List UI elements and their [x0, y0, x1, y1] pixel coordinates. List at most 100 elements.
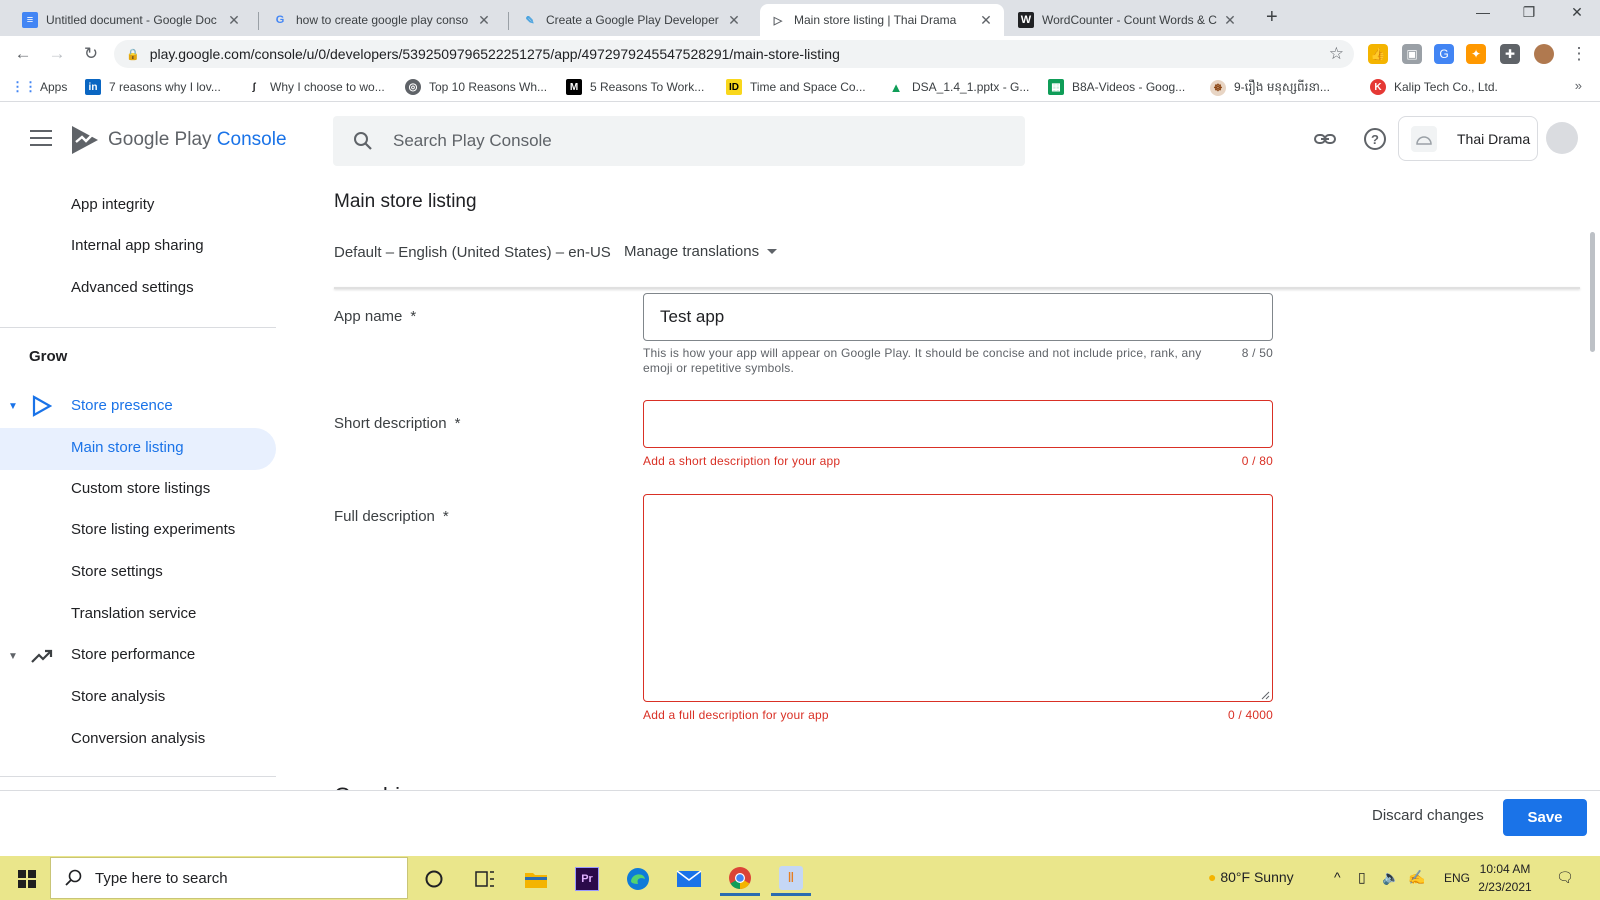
sidebar-section-grow: Grow [29, 348, 68, 365]
browser-tab-main-store-listing[interactable]: ▷ Main store listing | Thai Drama ✕ [760, 4, 1004, 36]
manage-translations-dropdown[interactable]: Manage translations [624, 243, 778, 260]
textarea-resize-handle-icon[interactable] [1260, 690, 1270, 700]
new-tab-icon[interactable]: + [1266, 6, 1278, 29]
windows-start-icon[interactable] [18, 870, 36, 888]
weather-widget[interactable]: ● 80°F Sunny [1208, 869, 1294, 885]
sidebar-item-store-performance[interactable]: Store performance [71, 646, 195, 663]
expand-caret-icon[interactable]: ▼ [8, 401, 18, 412]
sidebar-item-conversion-analysis[interactable]: Conversion analysis [71, 730, 205, 747]
required-mark: * [442, 508, 449, 525]
bookmark-item[interactable]: ▲ DSA_1.4_1.pptx - G... [888, 79, 1030, 95]
app-name-label-text: App name [334, 308, 403, 325]
developer-account-chip[interactable]: Thai Drama [1398, 116, 1538, 161]
full-description-textarea[interactable] [643, 494, 1273, 702]
minimize-icon[interactable]: — [1460, 4, 1506, 20]
browser-tab-search[interactable]: G how to create google play conso ✕ [262, 4, 502, 36]
bookmark-item[interactable]: ʃ Why I choose to wo... [246, 79, 384, 95]
search-icon [354, 132, 372, 150]
reload-icon[interactable]: ↻ [80, 44, 102, 64]
link-icon[interactable] [1313, 127, 1337, 151]
bookmark-item[interactable]: ☸ 9-រឿង មនុស្សពីរនា... [1210, 79, 1330, 97]
edge-icon[interactable] [618, 862, 658, 896]
close-tab-icon[interactable]: ✕ [476, 12, 492, 29]
tab-title: WordCounter - Count Words & C [1042, 13, 1217, 27]
taskbar-search-box[interactable]: Type here to search [50, 857, 408, 899]
paint-app-icon[interactable]: Ⅱ [771, 862, 811, 896]
close-tab-icon[interactable]: ✕ [1222, 12, 1238, 29]
bookmark-item[interactable]: ▦ B8A-Videos - Goog... [1048, 79, 1185, 95]
app-name-helper-text: This is how your app will appear on Goog… [643, 346, 1202, 375]
address-bar[interactable]: 🔒 play.google.com/console/u/0/developers… [114, 40, 1354, 68]
extensions-puzzle-icon[interactable]: ✚ [1500, 44, 1520, 64]
back-arrow-icon[interactable]: ← [12, 44, 34, 64]
task-view-icon[interactable] [465, 862, 505, 896]
account-avatar-icon[interactable] [1546, 122, 1578, 154]
mail-icon[interactable] [669, 862, 709, 896]
sidebar-item-main-store-listing[interactable]: Main store listing [71, 439, 184, 456]
save-button[interactable]: Save [1503, 799, 1587, 836]
bookmark-label: Apps [40, 80, 68, 94]
search-play-console[interactable]: Search Play Console [333, 116, 1025, 166]
copy-extension-icon[interactable]: ▣ [1402, 44, 1422, 64]
tab-separator [508, 12, 509, 30]
bookmark-star-icon[interactable]: ☆ [1329, 44, 1344, 64]
show-hidden-icons[interactable]: ^ [1334, 869, 1341, 885]
page-scrollbar[interactable] [1590, 232, 1595, 352]
volume-icon[interactable]: 🔈 [1382, 869, 1399, 886]
close-tab-icon[interactable]: ✕ [726, 12, 742, 29]
pen-icon[interactable]: ✍ [1408, 869, 1425, 886]
clock-date: 2/23/2021 [1478, 880, 1532, 894]
browser-toolbar: ← → ↻ 🔒 play.google.com/console/u/0/deve… [0, 36, 1600, 72]
play-console-logo-icon [72, 126, 98, 154]
browser-tab-docs[interactable]: ≡ Untitled document - Google Doc ✕ [12, 4, 252, 36]
cortana-icon[interactable] [414, 862, 454, 896]
sidebar-item-internal-app-sharing[interactable]: Internal app sharing [71, 237, 204, 254]
play-console-logo[interactable]: Google Play Console [70, 124, 287, 156]
bookmark-item[interactable]: ID Time and Space Co... [726, 79, 866, 95]
app-name-input[interactable]: Test app [643, 293, 1273, 341]
close-tab-icon[interactable]: ✕ [226, 12, 242, 29]
browser-menu-icon[interactable]: ⋮ [1568, 44, 1590, 64]
browser-tab-create-developer[interactable]: ✎ Create a Google Play Developer ✕ [512, 4, 752, 36]
file-explorer-icon[interactable] [516, 862, 556, 896]
fire-extension-icon[interactable]: ✦ [1466, 44, 1486, 64]
profile-avatar-icon[interactable] [1534, 44, 1554, 64]
restore-icon[interactable]: ❐ [1506, 4, 1552, 21]
translate-extension-icon[interactable]: G [1434, 44, 1454, 64]
discard-changes-button[interactable]: Discard changes [1372, 807, 1484, 824]
notification-icon[interactable]: 🗨 [1556, 869, 1574, 886]
help-icon[interactable]: ? [1363, 127, 1387, 151]
store-presence-icon [32, 395, 52, 417]
bookmark-item[interactable]: K Kalip Tech Co., Ltd. [1370, 79, 1498, 95]
sidebar-item-store-presence[interactable]: Store presence [71, 397, 173, 414]
input-language[interactable]: ENG [1444, 871, 1470, 885]
thumbs-up-extension-icon[interactable]: 👍 [1368, 44, 1388, 64]
bookmark-apps[interactable]: ⋮⋮ Apps [11, 79, 68, 95]
system-clock[interactable]: 10:04 AM 2/23/2021 [1470, 860, 1540, 896]
forward-arrow-icon[interactable]: → [46, 44, 68, 64]
more-bookmarks-icon[interactable]: » [1575, 78, 1582, 93]
bookmark-item[interactable]: M 5 Reasons To Work... [566, 79, 704, 95]
trending-up-icon [31, 649, 53, 663]
sidebar-item-store-listing-experiments[interactable]: Store listing experiments [71, 521, 235, 538]
expand-caret-icon[interactable]: ▼ [8, 651, 18, 662]
sidebar-item-store-analysis[interactable]: Store analysis [71, 688, 165, 705]
close-tab-icon[interactable]: ✕ [978, 12, 994, 29]
short-description-label: Short description * [334, 415, 460, 432]
short-description-char-counter: 0 / 80 [1241, 454, 1273, 468]
battery-icon[interactable]: ▯ [1358, 869, 1366, 886]
bookmark-item[interactable]: ◎ Top 10 Reasons Wh... [405, 79, 547, 95]
url-text: play.google.com/console/u/0/developers/5… [149, 46, 840, 62]
chrome-icon[interactable] [720, 862, 760, 896]
sidebar-item-store-settings[interactable]: Store settings [71, 563, 163, 580]
short-description-input[interactable] [643, 400, 1273, 448]
premiere-pro-icon[interactable]: Pr [567, 862, 607, 896]
close-window-icon[interactable]: ✕ [1554, 4, 1600, 21]
sidebar-item-app-integrity[interactable]: App integrity [71, 196, 154, 213]
bookmark-item[interactable]: in 7 reasons why I lov... [85, 79, 221, 95]
sidebar-item-advanced-settings[interactable]: Advanced settings [71, 279, 194, 296]
browser-tab-wordcounter[interactable]: W WordCounter - Count Words & C ✕ [1008, 4, 1248, 36]
sidebar-item-translation-service[interactable]: Translation service [71, 605, 196, 622]
sidebar-item-custom-store-listings[interactable]: Custom store listings [71, 480, 210, 497]
menu-hamburger-icon[interactable] [30, 130, 52, 151]
